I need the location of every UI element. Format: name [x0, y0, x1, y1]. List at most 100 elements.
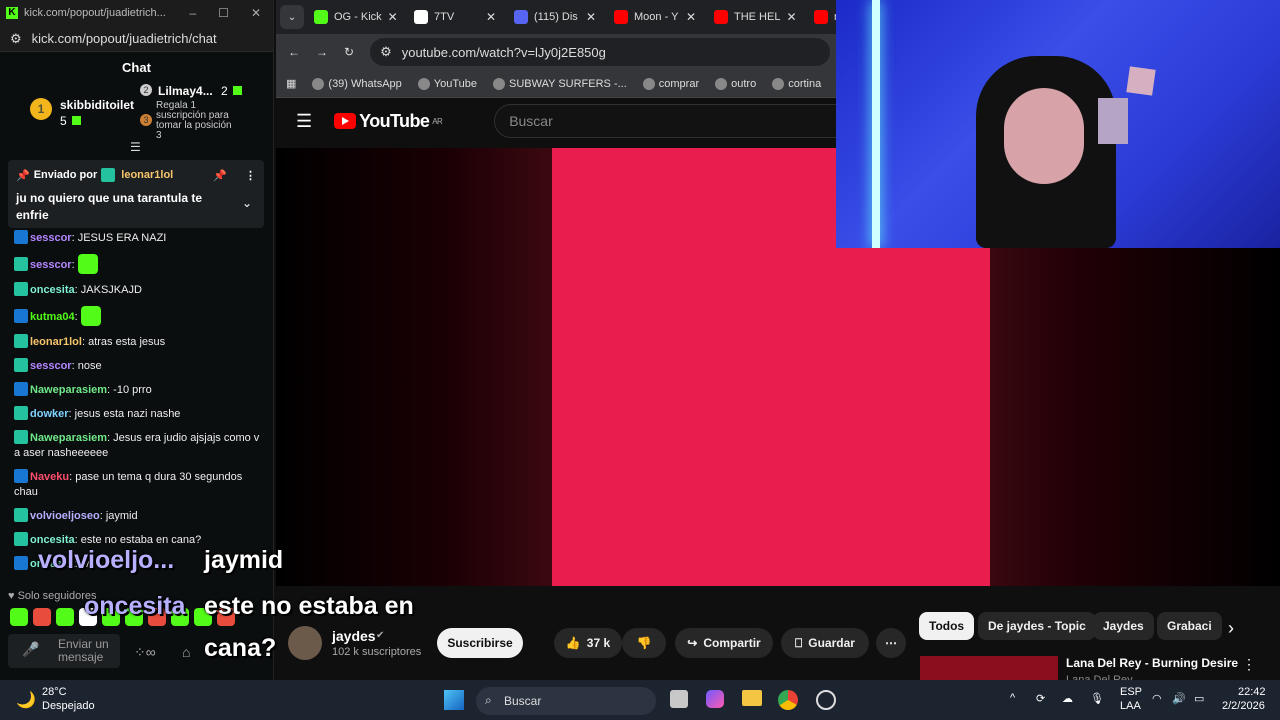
youtube-search-input[interactable]: Buscar [494, 104, 855, 138]
chat-username[interactable]: sesscor [30, 232, 72, 244]
bookmark-item[interactable]: outro [715, 77, 756, 90]
weather-moon-icon[interactable]: 🌙 [16, 690, 36, 710]
youtube-logo[interactable]: YouTube AR [334, 111, 443, 132]
language-layout[interactable]: LAA [1120, 700, 1141, 712]
chat-username[interactable]: sesscor [30, 259, 72, 271]
browser-tab[interactable]: (115) Dis ✕ [506, 3, 604, 31]
subscribe-button[interactable]: Suscribirse [437, 628, 523, 658]
apps-icon[interactable]: ▦ [286, 77, 296, 90]
tray-mic-icon[interactable]: 🎙 [1090, 692, 1104, 705]
leader-2-name[interactable]: Lilmay4... [158, 84, 213, 98]
pinned-user[interactable]: leonar1lol [121, 169, 173, 181]
like-button[interactable]: 👍 37 k [554, 628, 622, 658]
chat-username[interactable]: dowker [30, 408, 69, 420]
filter-chip[interactable]: Todos [919, 612, 975, 640]
kick-url[interactable]: kick.com/popout/juadietrich/chat [32, 31, 217, 46]
chat-input[interactable]: 🎤 Enviar un mensaje [8, 634, 120, 668]
back-icon[interactable]: ← [288, 45, 300, 59]
tab-close-icon[interactable]: ✕ [388, 10, 398, 24]
browser-tab[interactable]: THE HEL ✕ [706, 3, 804, 31]
chat-username[interactable]: oncesita [30, 534, 75, 546]
share-button[interactable]: ↪ Compartir [675, 628, 773, 658]
site-settings-icon[interactable]: ⚙ [10, 31, 22, 47]
save-button[interactable]: ⎕ Guardar [781, 628, 869, 658]
tab-search-icon[interactable]: ⌄ [280, 5, 304, 29]
recommended-more-icon[interactable]: ⋮ [1242, 656, 1256, 673]
emote-icon[interactable] [56, 608, 74, 626]
rank-2-icon: 2 [140, 84, 152, 96]
site-info-icon[interactable]: ⚙ [380, 44, 392, 60]
more-options-icon[interactable]: ⋮ [245, 169, 256, 182]
tray-refresh-icon[interactable]: ⟳ [1036, 692, 1045, 705]
kick-address-bar: ⚙ kick.com/popout/juadietrich/chat [0, 26, 273, 52]
browser-tab[interactable]: 7TV ✕ [406, 3, 504, 31]
kick-titlebar: K kick.com/popout/juadietrich... – ☐ ✕ [0, 0, 273, 26]
wifi-icon[interactable]: ◠ [1152, 692, 1162, 705]
chrome-icon[interactable] [778, 690, 798, 710]
recommended-thumbnail[interactable] [920, 656, 1058, 680]
taskbar-search[interactable]: ⌕ Buscar [476, 687, 656, 715]
emote-icon[interactable] [10, 608, 28, 626]
bookmark-item[interactable]: comprar [642, 77, 699, 90]
chips-next-icon[interactable]: › [1228, 618, 1234, 639]
channel-avatar[interactable] [288, 626, 322, 660]
tab-close-icon[interactable]: ✕ [686, 10, 696, 24]
minimize-icon[interactable]: – [189, 6, 196, 20]
expand-leaderboard-icon[interactable]: ☰ [130, 140, 141, 154]
maximize-icon[interactable]: ☐ [218, 6, 229, 20]
tray-chevron-icon[interactable]: ^ [1010, 692, 1015, 704]
close-icon[interactable]: ✕ [251, 6, 261, 20]
filter-chip[interactable]: Jaydes [1093, 612, 1154, 640]
store-icon[interactable]: ⌂ [182, 644, 190, 660]
chat-username[interactable]: sesscor [30, 360, 72, 372]
address-bar[interactable]: ⚙ youtube.com/watch?v=lJy0j2E850g [370, 38, 831, 66]
filter-chip[interactable]: Grabaci [1157, 612, 1222, 640]
recommended-title[interactable]: Lana Del Rey - Burning Desire [1066, 656, 1238, 670]
reload-icon[interactable]: ↻ [344, 45, 354, 59]
chat-username[interactable]: Naveku [30, 471, 69, 483]
task-view-icon[interactable] [670, 690, 688, 708]
tab-favicon-icon [714, 10, 728, 24]
weather-desc[interactable]: Despejado [42, 700, 95, 712]
chat-username[interactable]: leonar1lol [30, 336, 82, 348]
share-icon: ↪ [687, 636, 698, 650]
bookmark-item[interactable]: cortina [772, 77, 821, 90]
leader-1-name[interactable]: skibbiditoilet [60, 98, 134, 112]
dislike-button[interactable]: 👎 [622, 628, 666, 658]
sevent-tv-icon[interactable]: ⁘∞ [134, 644, 156, 661]
tab-close-icon[interactable]: ✕ [786, 10, 796, 24]
volume-icon[interactable]: 🔊 [1172, 692, 1186, 705]
chat-username[interactable]: Naweparasiem [30, 432, 107, 444]
start-icon[interactable] [444, 690, 464, 710]
chat-username[interactable]: oncesita [30, 284, 75, 296]
bookmark-item[interactable]: SUBWAY SURFERS -... [493, 77, 627, 90]
menu-icon[interactable]: ☰ [296, 111, 312, 132]
channel-name[interactable]: jaydes [332, 628, 376, 644]
chevron-down-icon[interactable]: ⌄ [242, 196, 252, 210]
unpin-icon[interactable]: 📌 [213, 169, 227, 182]
battery-icon[interactable]: ▭ [1194, 692, 1204, 705]
forward-icon[interactable]: → [316, 45, 328, 59]
leader-1-count: 5 [60, 114, 67, 128]
clock-date[interactable]: 2/2/2026 [1222, 700, 1265, 712]
bookmark-item[interactable]: YouTube [417, 77, 477, 90]
more-actions-button[interactable]: ⋯ [876, 628, 906, 658]
file-explorer-icon[interactable] [742, 690, 762, 706]
chat-username[interactable]: kutma04 [30, 311, 75, 323]
browser-tab[interactable]: Moon - Y ✕ [606, 3, 704, 31]
chat-username[interactable]: volvioeljoseo [30, 510, 100, 522]
browser-tab[interactable]: OG - Kick ✕ [306, 3, 404, 31]
weather-temp[interactable]: 28°C [42, 686, 67, 698]
clock-time[interactable]: 22:42 [1238, 686, 1266, 698]
tab-close-icon[interactable]: ✕ [486, 10, 496, 24]
language-indicator[interactable]: ESP [1120, 686, 1142, 698]
copilot-icon[interactable] [706, 690, 724, 708]
filter-chip[interactable]: De jaydes - Topic [978, 612, 1096, 640]
bookmark-item[interactable]: (39) WhatsApp [312, 77, 402, 90]
obs-icon[interactable] [816, 690, 836, 710]
mic-icon[interactable]: 🎤 [22, 642, 39, 656]
chat-username[interactable]: Naweparasiem [30, 384, 107, 396]
tab-close-icon[interactable]: ✕ [586, 10, 596, 24]
tray-cloud-icon[interactable]: ☁ [1062, 692, 1073, 705]
emote-icon[interactable] [33, 608, 51, 626]
